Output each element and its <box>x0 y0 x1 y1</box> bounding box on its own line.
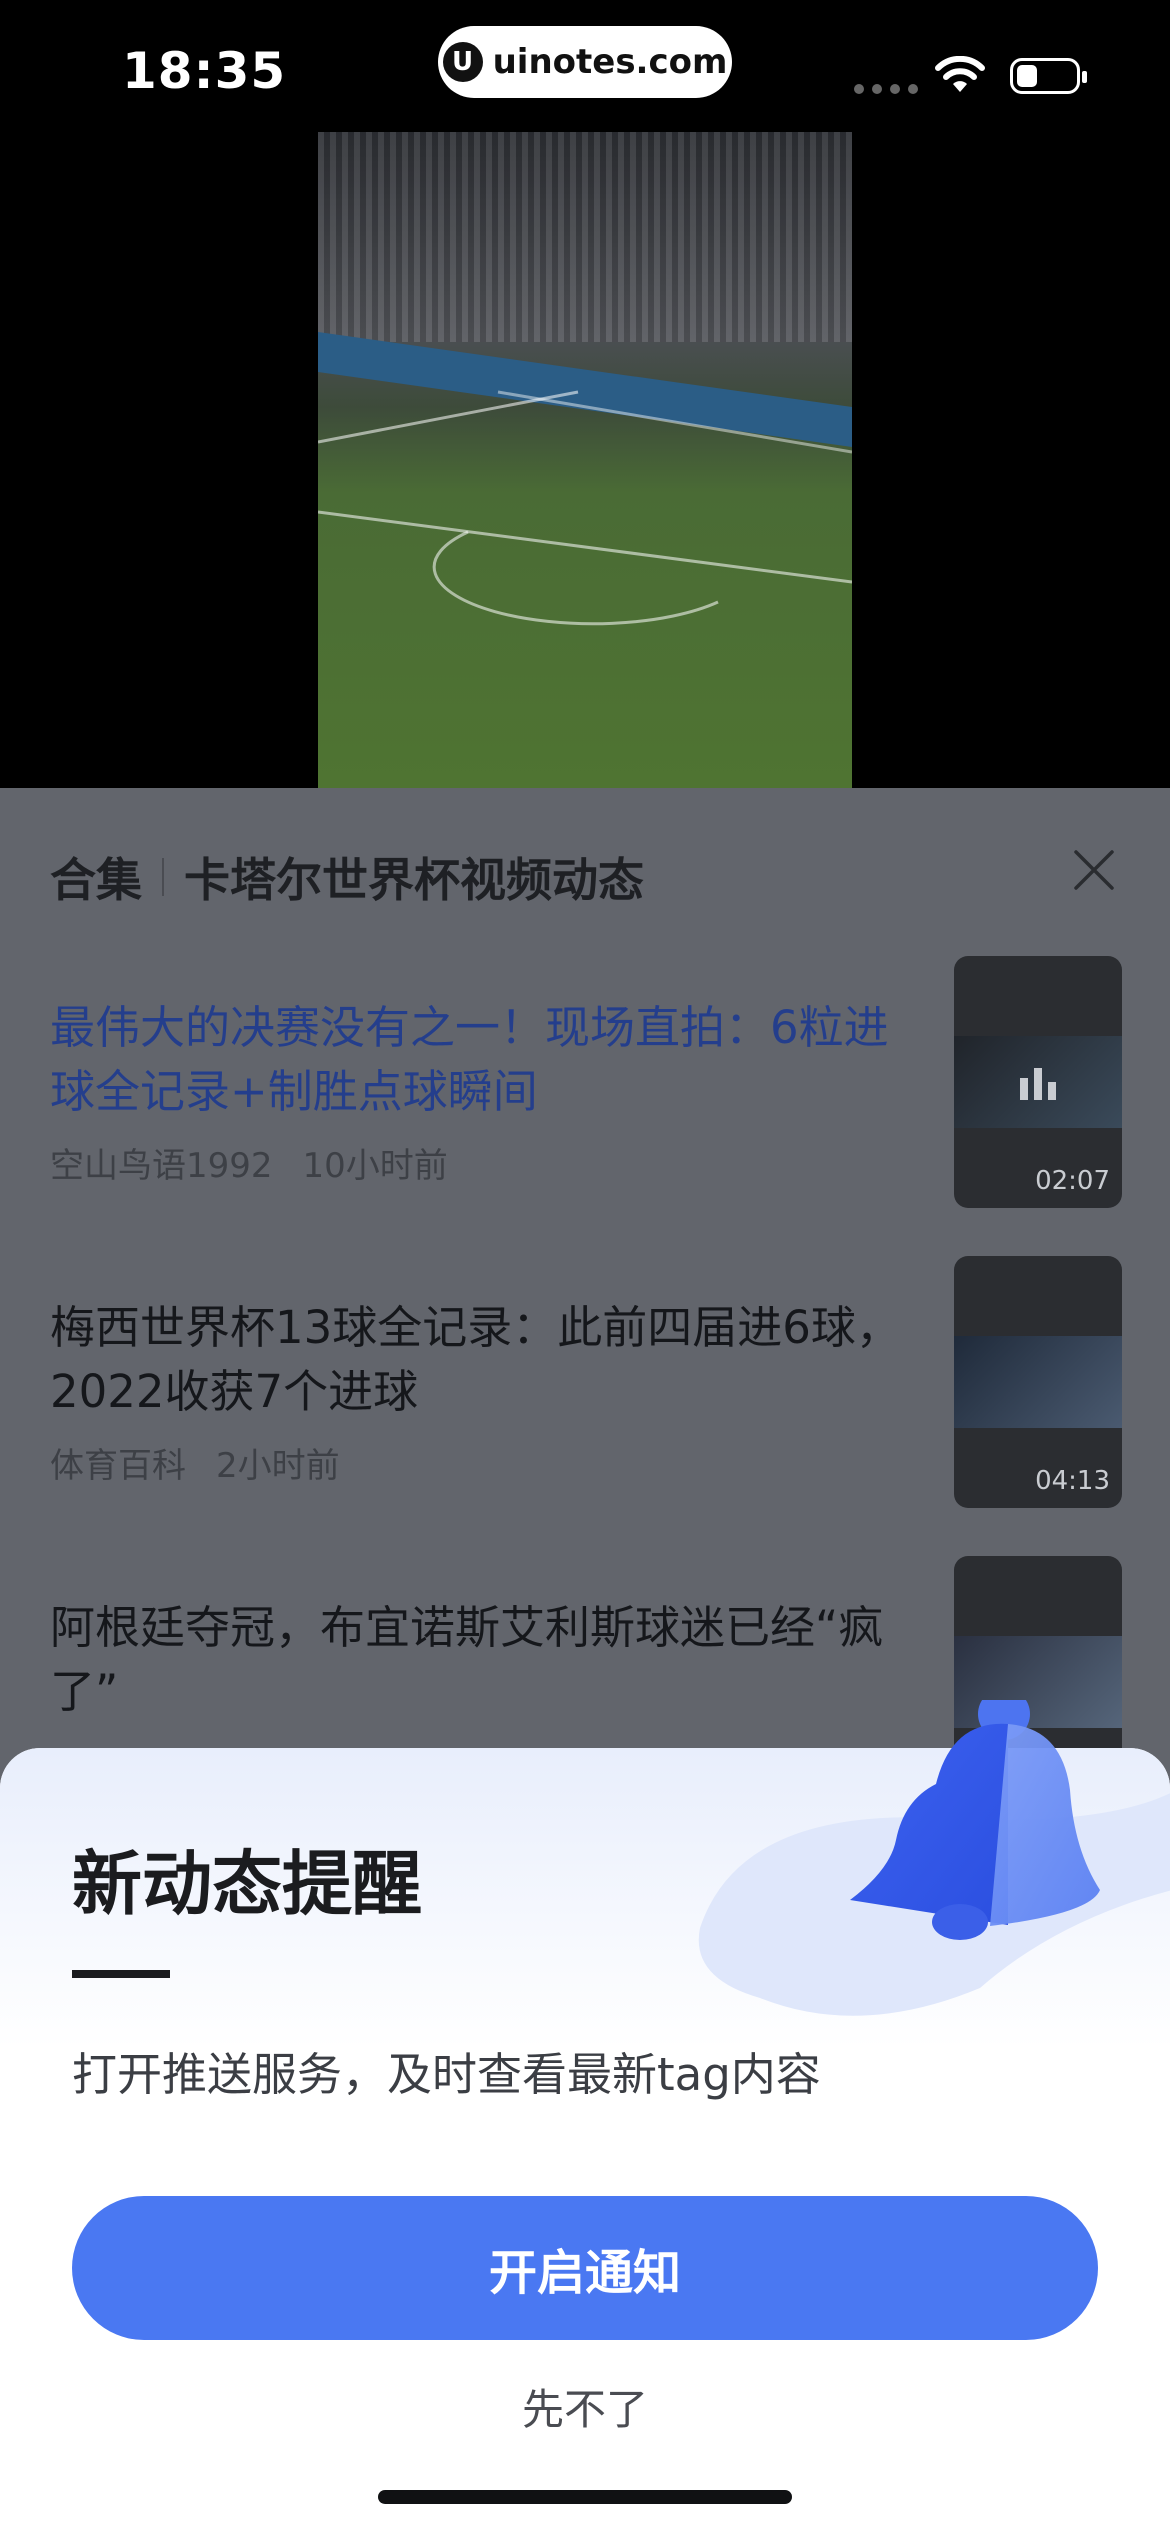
item-title: 最伟大的决赛没有之一！现场直拍：6粒进球全记录+制胜点球瞬间 <box>50 1001 889 1118</box>
wifi-icon <box>935 56 985 92</box>
item-author: 体育百科 <box>50 1446 186 1486</box>
panel-header: 合集 卡塔尔世界杯视频动态 <box>50 844 644 910</box>
signal-dots-icon <box>854 84 918 94</box>
status-time: 18:35 <box>122 42 287 100</box>
close-icon[interactable] <box>1072 848 1116 892</box>
header-divider <box>162 858 164 896</box>
item-title: 梅西世界杯13球全记录：此前四届进6球，2022收获7个进球 <box>50 1301 901 1418</box>
video-duration: 02:07 <box>1035 1166 1110 1196</box>
sheet-description: 打开推送服务，及时查看最新tag内容 <box>72 2048 821 2101</box>
url-pill[interactable]: U uinotes.com <box>438 26 732 98</box>
list-item[interactable]: 梅西世界杯13球全记录：此前四届进6球，2022收获7个进球 体育百科 2小时前… <box>50 1256 1122 1510</box>
skip-button[interactable]: 先不了 <box>0 2376 1170 2437</box>
playing-bars-icon <box>1020 1068 1056 1100</box>
collection-title: 卡塔尔世界杯视频动态 <box>184 853 644 907</box>
video-player[interactable] <box>318 132 852 788</box>
bell-icon <box>850 1700 1100 1940</box>
home-indicator <box>378 2490 792 2504</box>
title-underline <box>72 1970 170 1978</box>
item-meta: 空山鸟语1992 10小时前 <box>50 1138 448 1187</box>
thumbnail-image <box>954 1336 1122 1428</box>
collection-tag: 合集 <box>50 853 142 907</box>
enable-notification-button[interactable]: 开启通知 <box>72 2196 1098 2340</box>
item-author: 空山鸟语1992 <box>50 1146 273 1186</box>
url-text: uinotes.com <box>492 42 728 82</box>
list-item[interactable]: 最伟大的决赛没有之一！现场直拍：6粒进球全记录+制胜点球瞬间 空山鸟语1992 … <box>50 956 1122 1210</box>
battery-icon <box>1010 58 1087 94</box>
video-thumbnail[interactable]: 04:13 <box>954 1256 1122 1508</box>
video-thumbnail[interactable]: 02:07 <box>954 956 1122 1208</box>
video-duration: 04:13 <box>1035 1466 1110 1496</box>
status-bar: 18:35 U uinotes.com <box>0 0 1170 130</box>
site-logo-icon: U <box>442 42 483 82</box>
item-meta: 体育百科 2小时前 <box>50 1438 340 1487</box>
sheet-title: 新动态提醒 <box>72 1843 422 1925</box>
item-time: 2小时前 <box>216 1446 340 1486</box>
pitch-lines <box>318 390 852 626</box>
item-time: 10小时前 <box>302 1146 448 1186</box>
